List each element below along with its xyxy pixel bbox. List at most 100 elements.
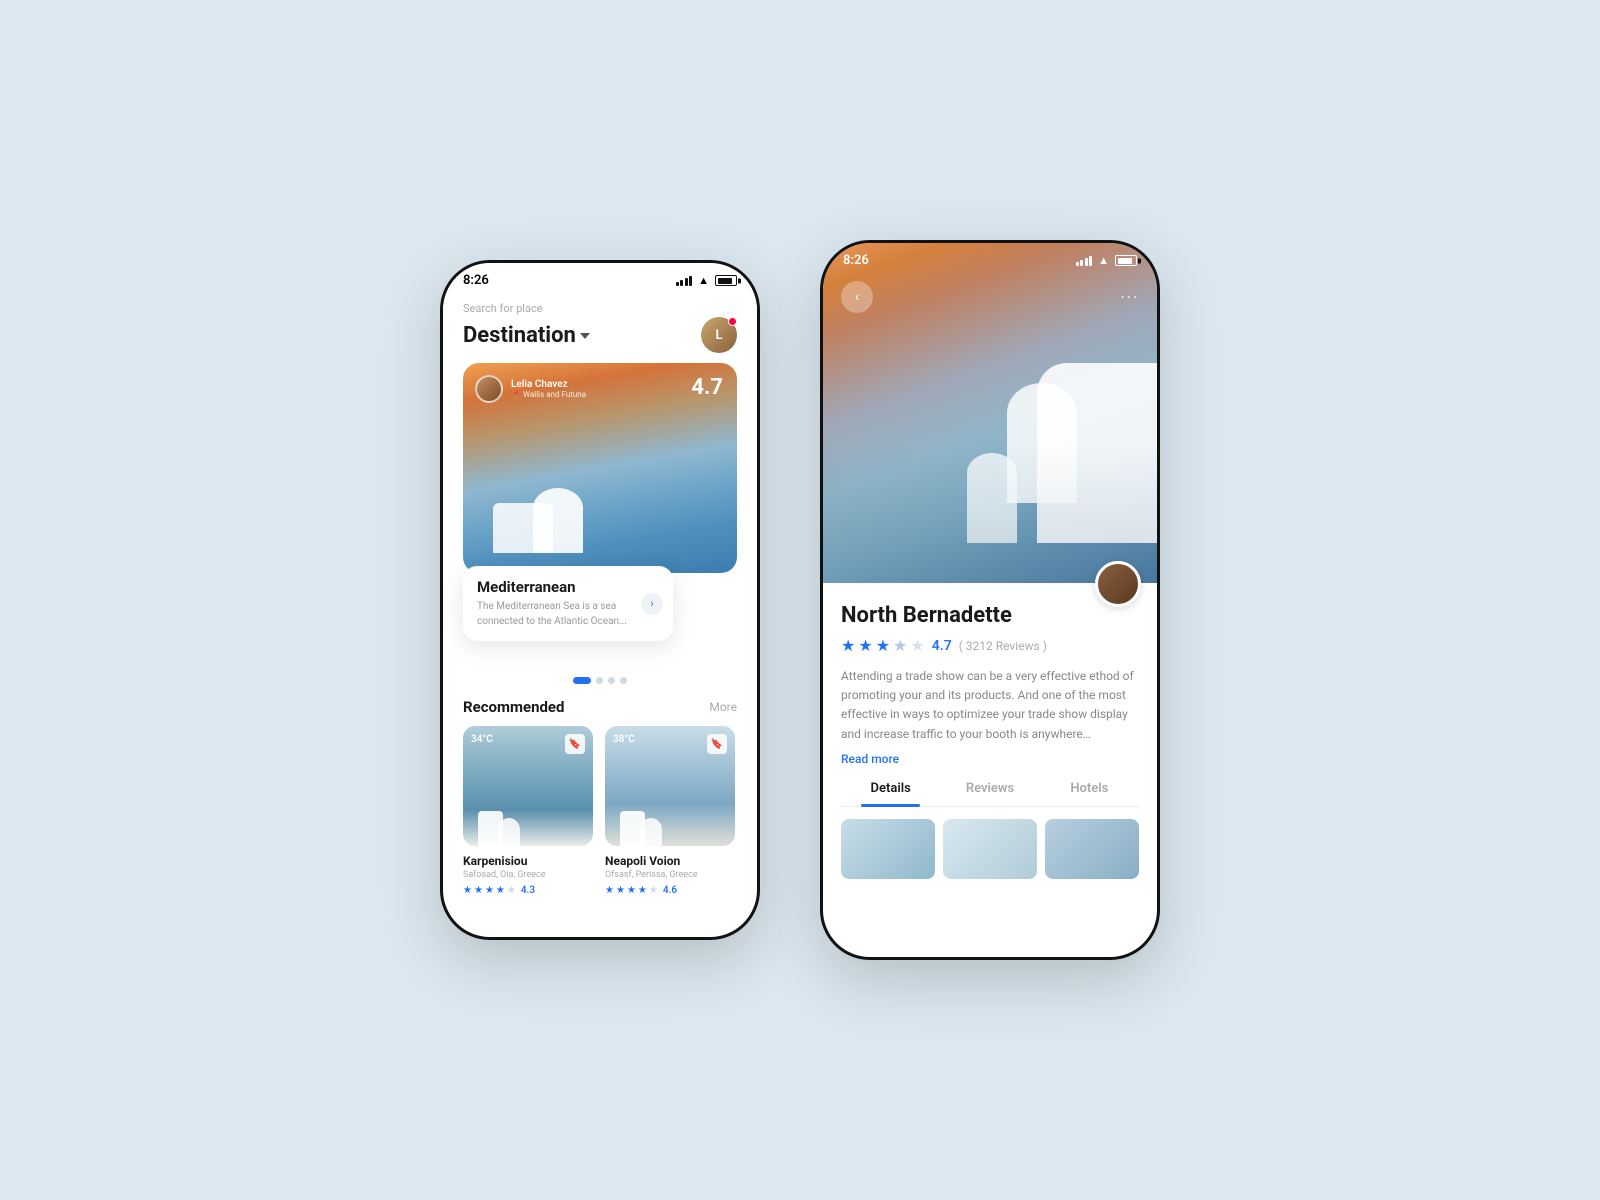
phone-1: 8:26 ▲ Search for place Destination L	[440, 260, 760, 940]
phone-2: 8:26 ▲ ‹ ···	[820, 240, 1160, 960]
rec-stars-1: ★ ★ ★ ★ ★ 4.3	[463, 885, 593, 896]
recommended-header: Recommended More	[443, 698, 757, 716]
rec-card-2[interactable]: 38°C 🔖 Neapoli Voion Ofsasf, Perissa, Gr…	[605, 726, 735, 896]
status-bar-1: 8:26 ▲	[443, 263, 757, 294]
star-1-4: ★	[496, 885, 505, 896]
bookmark-icon-2: 🔖	[711, 739, 723, 750]
popup-arrow[interactable]: ›	[641, 593, 663, 615]
back-button[interactable]: ‹	[841, 281, 873, 313]
card-avatar	[475, 375, 503, 403]
photo-thumb-1[interactable]	[841, 819, 935, 879]
popup-desc: The Mediterranean Sea is a sea connected…	[477, 600, 637, 629]
read-more-link[interactable]: Read more	[841, 752, 899, 766]
star-1-5: ★	[507, 885, 516, 896]
rec-loc-1: Safosad, Oia, Greece	[463, 870, 593, 880]
rec-bookmark-2[interactable]: 🔖	[707, 734, 727, 754]
card-rating: 4.7	[691, 375, 723, 400]
bookmark-icon: 🔖	[569, 739, 581, 750]
card-user-text: Lelia Chavez 📍 Wallis and Futuna	[511, 379, 586, 399]
tab-reviews[interactable]: Reviews	[940, 781, 1039, 806]
p2-dot-2[interactable]	[987, 936, 994, 943]
star-1-2: ★	[474, 885, 483, 896]
rec-bookmark-1[interactable]: 🔖	[565, 734, 585, 754]
header-row: Destination L	[463, 317, 737, 353]
card-user-loc: 📍 Wallis and Futuna	[511, 390, 586, 399]
hero-card-container: Lelia Chavez 📍 Wallis and Futuna 4.7 Med…	[463, 363, 737, 623]
popup-title: Mediterranean	[477, 578, 637, 596]
user-avatar-wrap[interactable]: L	[701, 317, 737, 353]
p2-star-2: ★	[858, 636, 872, 655]
hero-dots	[443, 677, 757, 684]
rec-loc-2: Ofsasf, Perissa, Greece	[605, 870, 735, 880]
star-1-1: ★	[463, 885, 472, 896]
destination-title[interactable]: Destination	[463, 323, 590, 348]
tab-hotels[interactable]: Hotels	[1040, 781, 1139, 806]
signal-icon-2	[1076, 256, 1093, 266]
star-2-5: ★	[649, 885, 658, 896]
rec-rating-1: 4.3	[521, 885, 535, 896]
wall-2	[1007, 383, 1077, 503]
dot-2[interactable]	[596, 677, 603, 684]
wifi-icon: ▲	[698, 274, 709, 287]
p2-star-3: ★	[876, 636, 890, 655]
dot-3[interactable]	[608, 677, 615, 684]
star-2-4: ★	[638, 885, 647, 896]
status-icons-1: ▲	[676, 274, 737, 287]
phone2-content: North Bernadette ★ ★ ★ ★ ★ 4.7 ( 3212 Re…	[823, 583, 1157, 893]
recommended-cards: 34°C 🔖 Karpenisiou Safosad, Oia, Greece …	[443, 726, 757, 896]
search-label: Search for place	[463, 302, 737, 315]
time-display-2: 8:26	[843, 253, 869, 268]
rec-temp-1: 34°C	[471, 734, 493, 745]
battery-icon	[715, 275, 737, 286]
signal-icon	[676, 276, 693, 286]
time-display-1: 8:26	[463, 273, 489, 288]
p2-reviews: ( 3212 Reviews )	[959, 639, 1047, 653]
p2-star-1: ★	[841, 636, 855, 655]
star-2-2: ★	[616, 885, 625, 896]
place-name: North Bernadette	[841, 603, 1139, 628]
photo-thumb-2[interactable]	[943, 819, 1037, 879]
dot-4[interactable]	[620, 677, 627, 684]
rec-card-1[interactable]: 34°C 🔖 Karpenisiou Safosad, Oia, Greece …	[463, 726, 593, 896]
rec-temp-2: 38°C	[613, 734, 635, 745]
rec-building-1	[463, 796, 593, 846]
status-bar-2: 8:26 ▲	[823, 243, 1157, 274]
p2-star-5: ★	[910, 636, 924, 655]
chevron-down-icon	[580, 333, 590, 339]
place-description: Attending a trade show can be a very eff…	[841, 667, 1139, 744]
hero-card[interactable]: Lelia Chavez 📍 Wallis and Futuna 4.7	[463, 363, 737, 573]
card-user-info: Lelia Chavez 📍 Wallis and Futuna	[475, 375, 586, 403]
notification-dot	[728, 317, 737, 326]
rec-rating-2: 4.6	[663, 885, 677, 896]
rec-building-2	[605, 796, 735, 846]
place-avatar	[1095, 561, 1141, 607]
battery-icon-2	[1115, 255, 1137, 266]
p2-dot-1[interactable]	[975, 936, 982, 943]
rec-name-2: Neapoli Voion	[605, 854, 735, 868]
wall-3	[967, 453, 1017, 543]
detail-tabs: Details Reviews Hotels	[841, 781, 1139, 807]
rating-row: ★ ★ ★ ★ ★ 4.7 ( 3212 Reviews )	[841, 636, 1139, 655]
star-1-3: ★	[485, 885, 494, 896]
status-icons-2: ▲	[1076, 254, 1137, 267]
info-popup[interactable]: Mediterranean The Mediterranean Sea is a…	[463, 566, 673, 641]
carousel-dots	[975, 936, 1006, 943]
p2-star-4: ★	[893, 636, 907, 655]
p2-rating: 4.7	[932, 638, 952, 654]
wifi-icon-2: ▲	[1098, 254, 1109, 267]
rec-card-img-2: 38°C 🔖	[605, 726, 735, 846]
star-2-1: ★	[605, 885, 614, 896]
app-header: Search for place Destination L	[443, 294, 757, 363]
rec-stars-2: ★ ★ ★ ★ ★ 4.6	[605, 885, 735, 896]
more-button[interactable]: More	[709, 700, 737, 714]
dot-1[interactable]	[573, 677, 591, 684]
more-options-button[interactable]: ···	[1120, 288, 1139, 307]
photo-thumb-3[interactable]	[1045, 819, 1139, 879]
rec-card-img-1: 34°C 🔖	[463, 726, 593, 846]
star-2-3: ★	[627, 885, 636, 896]
p2-dot-3[interactable]	[999, 936, 1006, 943]
photo-thumbnails	[841, 819, 1139, 879]
recommended-title: Recommended	[463, 698, 564, 716]
building-decoration	[493, 473, 693, 553]
tab-details[interactable]: Details	[841, 781, 940, 806]
